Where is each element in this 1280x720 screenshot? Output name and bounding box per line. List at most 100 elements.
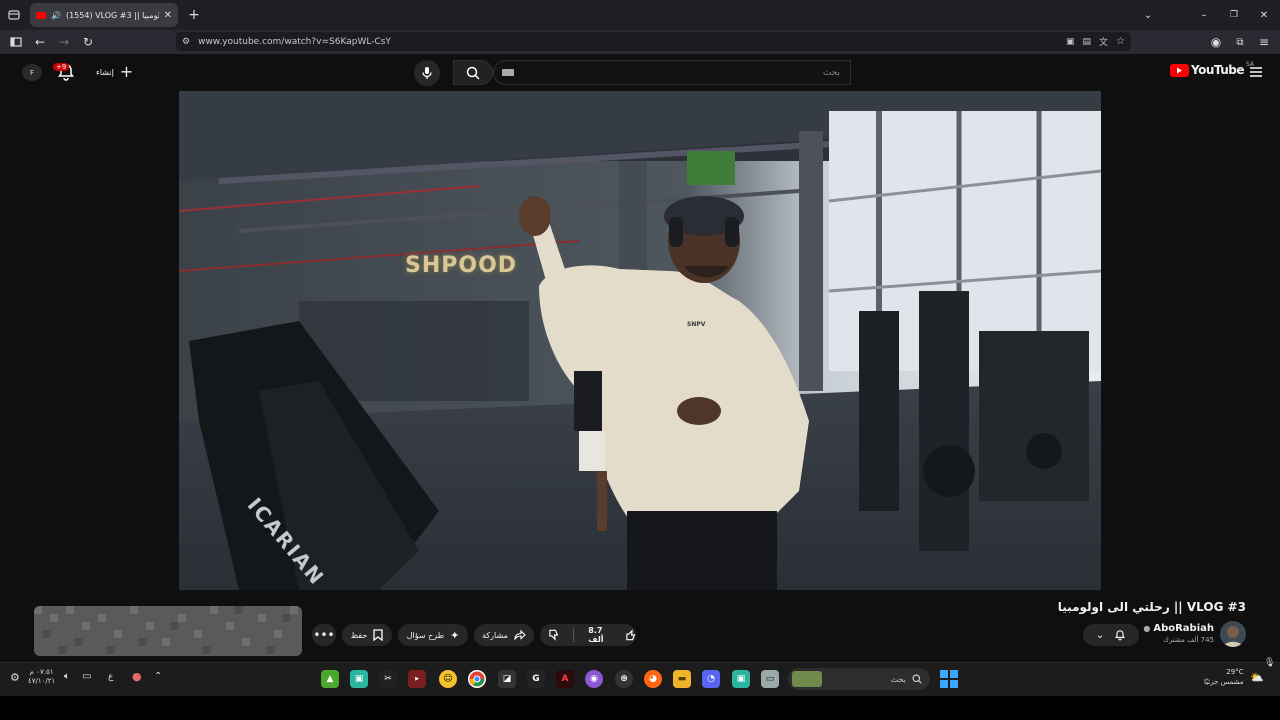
- app-purple-icon[interactable]: ◉: [585, 670, 603, 688]
- keyboard-icon[interactable]: [502, 69, 514, 76]
- minimize-icon[interactable]: –: [1196, 7, 1212, 23]
- dislike-icon[interactable]: [548, 629, 559, 641]
- youtube-logo[interactable]: YouTube SA: [1170, 61, 1254, 77]
- microphone-in-use-icon[interactable]: ●: [132, 670, 142, 683]
- like-icon[interactable]: [625, 629, 636, 641]
- tab-title: (1554) VLOG #3 || رحلتي الى اولومبيا: [65, 10, 159, 20]
- clock-date: ٤٧/١٠/٢١: [28, 677, 56, 686]
- sidebar-icon[interactable]: [8, 34, 24, 50]
- plus-icon: +: [119, 62, 134, 81]
- ask-label: طرح سؤال: [406, 630, 445, 640]
- account-icon[interactable]: ◉: [1208, 34, 1224, 50]
- settings-gear-icon[interactable]: ⚙: [10, 671, 24, 685]
- restore-icon[interactable]: ❐: [1226, 7, 1242, 23]
- microphone-icon: [422, 67, 432, 79]
- search-button[interactable]: [453, 60, 493, 85]
- input-language[interactable]: ع: [108, 672, 113, 682]
- avatar[interactable]: F: [22, 64, 42, 81]
- search-icon: [466, 66, 480, 80]
- emoji-app-icon[interactable]: ☺: [439, 670, 457, 688]
- app-g-icon[interactable]: G: [527, 670, 545, 688]
- capcut-icon[interactable]: ✂: [379, 670, 397, 688]
- taskbar-search-label: بحث: [890, 674, 906, 684]
- live-chat-panel[interactable]: [34, 606, 302, 656]
- site-info-icon[interactable]: ⚙: [182, 37, 190, 47]
- search-icon: [912, 674, 922, 684]
- windows-taskbar: [0, 662, 1280, 696]
- chevron-down-icon[interactable]: ⌄: [1140, 7, 1156, 23]
- url-bar[interactable]: ⚙ www.youtube.com/watch?v=S6KapWL-CsY ▣ …: [176, 32, 1131, 51]
- network-icon[interactable]: ▭: [82, 671, 91, 682]
- weather-widget[interactable]: 29°C مشمس جزئيًا: [1204, 668, 1244, 688]
- more-actions-button[interactable]: •••: [312, 624, 336, 646]
- forward-icon[interactable]: →: [56, 34, 72, 50]
- windows-start-icon[interactable]: [940, 670, 958, 688]
- weather-desc: مشمس جزئيًا: [1204, 677, 1244, 686]
- close-window-icon[interactable]: ✕: [1256, 7, 1272, 23]
- extensions-icon[interactable]: ⧉: [1232, 34, 1248, 50]
- translate-icon[interactable]: 文: [1099, 35, 1108, 48]
- search-placeholder: بحث: [822, 67, 840, 78]
- back-icon[interactable]: ←: [32, 34, 48, 50]
- create-button[interactable]: إنشاء +: [96, 62, 133, 82]
- share-arrow-icon: [514, 630, 526, 640]
- search-input[interactable]: بحث: [493, 60, 851, 85]
- app-window-icon[interactable]: ▭: [761, 670, 779, 688]
- shirt-print: SNPV: [687, 321, 706, 328]
- clock-time: ٠٧:٥١ م: [29, 668, 54, 676]
- reload-icon[interactable]: ↻: [80, 34, 96, 50]
- share-label: مشاركة: [482, 630, 508, 640]
- nvidia-icon[interactable]: ▲: [321, 670, 339, 688]
- tab-youtube[interactable]: 🔊 (1554) VLOG #3 || رحلتي الى اولومبيا ✕: [30, 3, 178, 27]
- video-frame: [179, 91, 1101, 590]
- speaker-icon[interactable]: 🔊: [51, 11, 61, 20]
- new-tab-icon[interactable]: +: [186, 7, 202, 23]
- discord-icon[interactable]: ◔: [702, 670, 720, 688]
- weather-temp: 29°C: [1226, 668, 1244, 676]
- like-dislike-group: 8.7 ألف: [540, 624, 636, 646]
- voice-search-button[interactable]: [414, 60, 440, 86]
- save-button[interactable]: حفظ: [342, 624, 392, 646]
- url-text: www.youtube.com/watch?v=S6KapWL-CsY: [198, 36, 391, 47]
- youtube-favicon-icon: [36, 11, 46, 19]
- subscription-bell-button[interactable]: ⌄: [1083, 624, 1139, 646]
- sparkle-icon: ✦: [450, 628, 460, 642]
- show-hidden-icons-chevron-up-icon[interactable]: ⌃: [154, 671, 162, 682]
- picture-in-picture-icon[interactable]: ▣: [1066, 37, 1075, 47]
- bookmark-star-icon[interactable]: ☆: [1116, 36, 1125, 47]
- taskbar-search-box[interactable]: بحث: [788, 668, 930, 690]
- firefox-icon[interactable]: ◕: [644, 670, 662, 688]
- close-tab-icon[interactable]: ✕: [164, 10, 172, 21]
- adobe-icon[interactable]: A: [556, 670, 574, 688]
- notifications-badge: +9: [53, 63, 70, 71]
- more-dots-icon: •••: [313, 628, 335, 642]
- youtube-wordmark: YouTube: [1191, 63, 1245, 77]
- video-title: VLOG #3 || رحلتي الى اولومبيا: [1057, 600, 1246, 614]
- chevron-down-icon: ⌄: [1095, 629, 1105, 641]
- app-circle-icon[interactable]: ⊛: [615, 670, 633, 688]
- mic-indicator-icon[interactable]: 🎙︎: [1264, 658, 1275, 668]
- tab-list-icon[interactable]: [6, 7, 22, 23]
- clock[interactable]: ٠٧:٥١ م ٤٧/١٠/٢١: [28, 668, 55, 686]
- screenshot-icon[interactable]: ▤: [1083, 37, 1092, 47]
- channel-avatar[interactable]: [1220, 621, 1246, 647]
- volume-icon[interactable]: 🔈︎: [64, 671, 70, 682]
- guide-menu-icon[interactable]: [1249, 65, 1263, 79]
- subscriber-count: 745 ألف مشترك: [1163, 636, 1214, 644]
- video-player[interactable]: SHPOOD SNPV ICARIAN: [179, 91, 1101, 590]
- chrome-icon[interactable]: [468, 670, 486, 688]
- like-count[interactable]: 8.7 ألف: [588, 626, 618, 644]
- app-teal-icon[interactable]: ▣: [350, 670, 368, 688]
- app-teal-2-icon[interactable]: ▣: [732, 670, 750, 688]
- share-button[interactable]: مشاركة: [474, 624, 534, 646]
- video-app-icon[interactable]: ▶: [408, 670, 426, 688]
- verified-icon: ●: [1143, 624, 1151, 633]
- app-dark-icon[interactable]: ◪: [498, 670, 516, 688]
- channel-info: ● AboRabiah 745 ألف مشترك: [1143, 623, 1214, 644]
- bottom-edge: [0, 696, 1280, 720]
- app-menu-icon[interactable]: ≡: [1256, 34, 1272, 50]
- file-explorer-icon[interactable]: ▬: [673, 670, 691, 688]
- ask-button[interactable]: طرح سؤال ✦: [398, 624, 468, 646]
- bell-icon: [1115, 630, 1126, 641]
- channel-name[interactable]: AboRabiah: [1153, 623, 1214, 634]
